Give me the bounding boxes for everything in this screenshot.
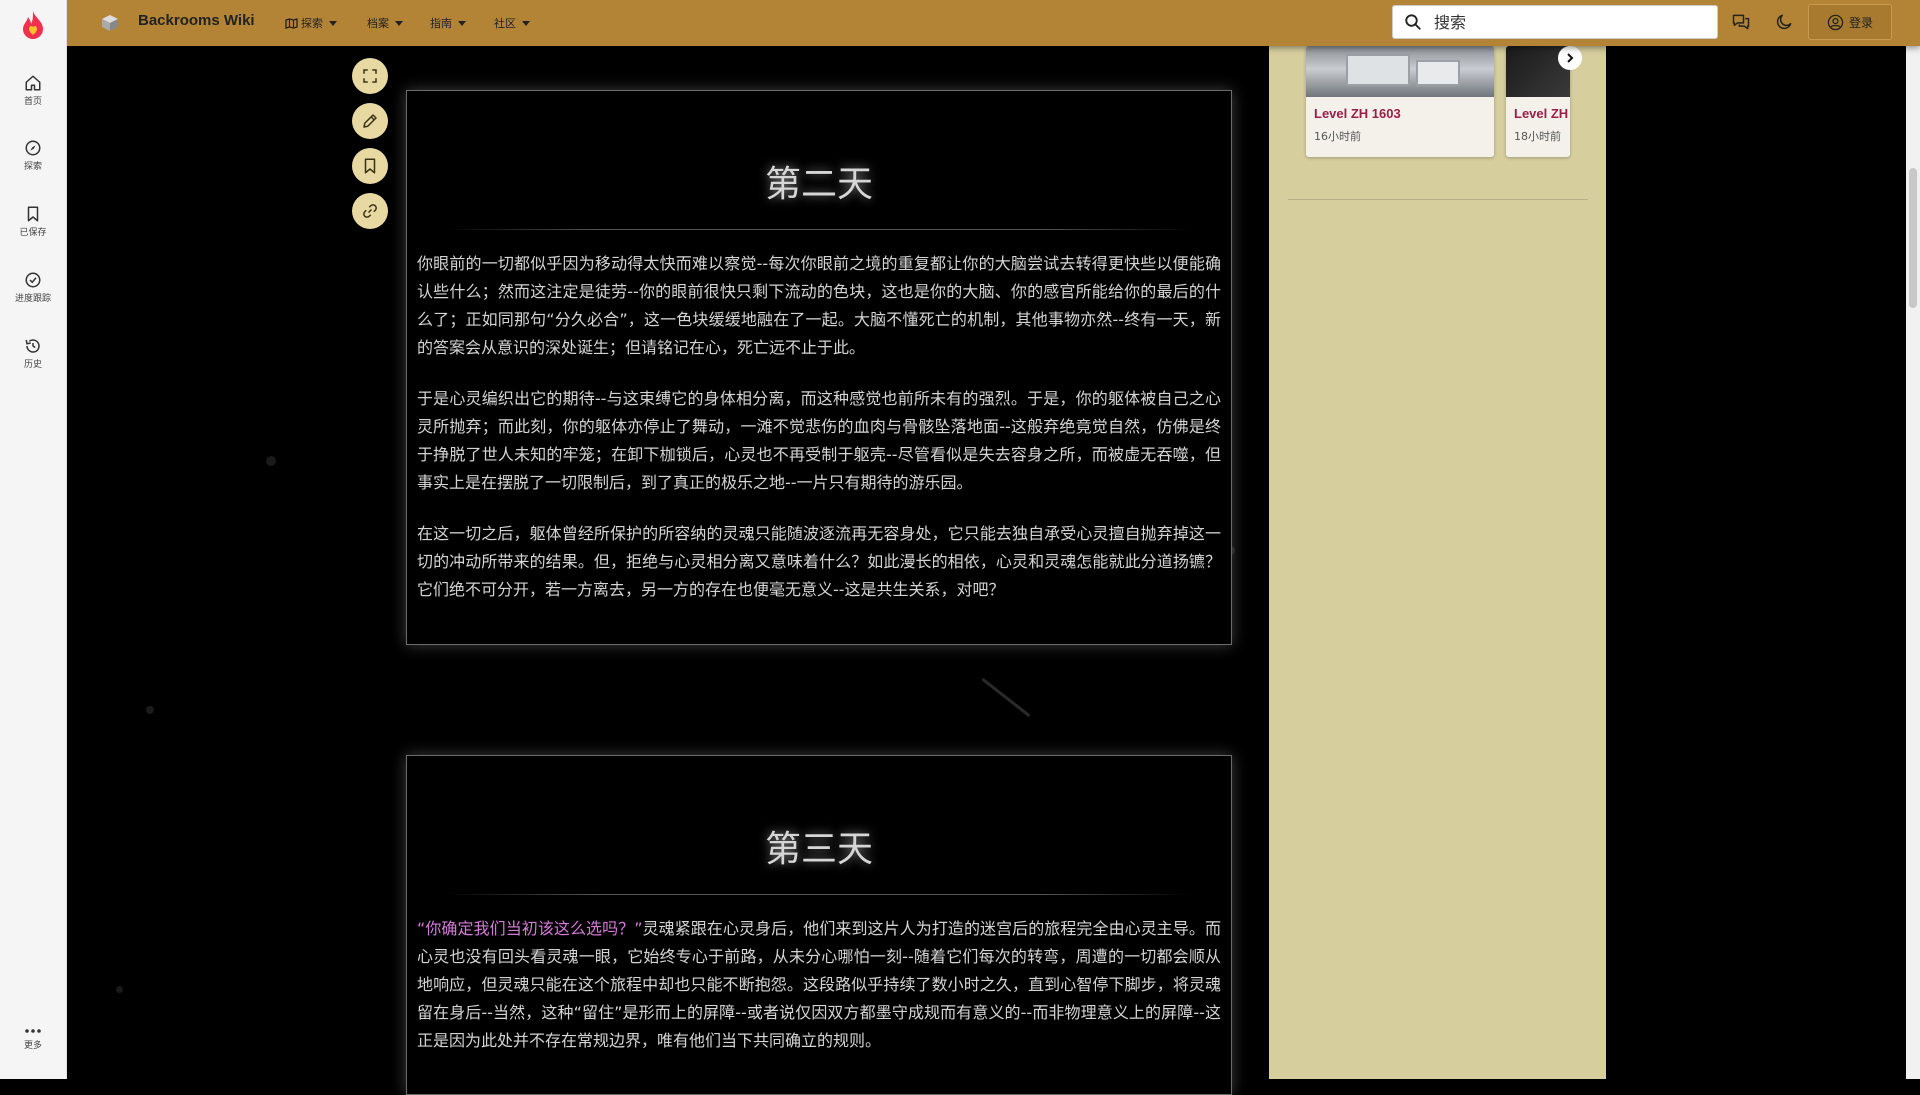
paragraph: 于是心灵编织出它的期待--与这束缚它的身体相分离，而这种感觉也前所未有的强烈。于… [417,389,1221,492]
nav-guide[interactable]: 指南 [430,15,466,31]
nav-label: 档案 [367,17,389,30]
rail-item-history[interactable]: 历史 [0,337,66,370]
carousel-next-button[interactable] [1558,46,1582,70]
rail-item-home[interactable]: 首页 [0,74,66,107]
rail-item-saved[interactable]: 已保存 [0,205,66,238]
search-box[interactable] [1392,5,1718,39]
left-rail: 首页 探索 已保存 进度跟踪 历史 更多 [0,0,67,1079]
chevron-down-icon [458,20,466,26]
card-title: Level ZH [1514,106,1569,121]
recent-page-card[interactable]: Level ZH 1603 16小时前 [1306,46,1494,157]
more-dots-icon [25,1029,41,1033]
paragraph: 你眼前的一切都似乎因为移动得太快而难以察觉--每次你眼前之境的重复都让你的大脑尝… [417,254,1221,357]
user-circle-icon [1827,14,1844,30]
chat-icon[interactable] [1731,12,1751,32]
history-icon [25,339,40,353]
rail-item-progress[interactable]: 进度跟踪 [0,271,66,304]
rail-label: 更多 [23,1041,42,1051]
chevron-right-icon [1567,53,1574,63]
article-section-day2: 第二天 你眼前的一切都似乎因为移动得太快而难以察觉--每次你眼前之境的重复都让你… [406,90,1232,645]
rail-label: 历史 [23,360,42,370]
rail-label: 探索 [23,162,42,172]
nav-explore[interactable]: 探索 [285,15,337,31]
compass-icon [25,140,41,156]
paragraph-text: 灵魂紧跟在心灵身后，他们来到这片人为打造的迷宫后的旅程完全由心灵主导。而心灵也没… [417,919,1221,1050]
rail-item-more[interactable]: 更多 [0,1026,66,1051]
right-sidebar [1269,0,1606,1079]
article-section-day3: 第三天 “你确定我们当初该这么选吗？”灵魂紧跟在心灵身后，他们来到这片人为打造的… [406,755,1232,1095]
expand-icon [363,69,377,83]
copy-link-button[interactable] [352,193,388,229]
scrollbar-thumb[interactable] [1909,168,1917,308]
check-circle-icon [25,272,41,288]
card-title: Level ZH 1603 [1314,106,1401,121]
top-bar: Backrooms Wiki 探索 档案 指南 社区 登录 [66,0,1920,46]
bookmark-button[interactable] [352,148,388,184]
search-input[interactable] [1432,11,1696,33]
rail-item-explore[interactable]: 探索 [0,139,66,172]
nav-label: 指南 [430,17,452,30]
dialogue-quote: “你确定我们当初该这么选吗？” [417,919,643,938]
section-title: 第三天 [764,829,873,870]
chevron-down-icon [395,20,403,26]
nav-label: 社区 [494,17,516,30]
sidebar-divider [1288,199,1588,200]
title-divider [447,894,1191,895]
app-logo-icon[interactable] [19,10,47,40]
moon-icon[interactable] [1774,12,1794,32]
chevron-down-icon [329,20,337,26]
pencil-icon [363,114,377,128]
map-icon [285,17,298,29]
title-divider [447,229,1191,230]
nav-community[interactable]: 社区 [494,15,530,31]
bookmark-icon [27,206,39,222]
chevron-down-icon [522,20,530,26]
rail-label: 已保存 [19,228,47,238]
home-icon [25,75,41,91]
nav-label: 探索 [301,17,323,30]
card-timestamp: 16小时前 [1314,130,1361,143]
rail-label: 首页 [23,97,42,107]
card-timestamp: 18小时前 [1514,130,1561,143]
link-icon [363,204,377,218]
paragraph: 在这一切之后，躯体曾经所保护的所容纳的灵魂只能随波逐流再无容身处，它只能去独自承… [417,524,1221,599]
rail-label: 进度跟踪 [14,294,51,304]
nav-archive[interactable]: 档案 [367,15,403,31]
bookmark-icon [364,158,376,174]
login-button[interactable]: 登录 [1808,4,1892,40]
search-icon [1405,14,1421,30]
paragraph: “你确定我们当初该这么选吗？”灵魂紧跟在心灵身后，他们来到这片人为打造的迷宫后的… [417,915,1221,1055]
page-scrollbar[interactable] [1906,0,1920,1079]
edit-button[interactable] [352,103,388,139]
section-title: 第二天 [764,164,873,205]
site-cube-icon[interactable] [100,13,120,33]
login-label: 登录 [1848,15,1873,30]
fullscreen-button[interactable] [352,58,388,94]
site-name[interactable]: Backrooms Wiki [138,12,255,29]
card-thumbnail [1306,46,1494,97]
